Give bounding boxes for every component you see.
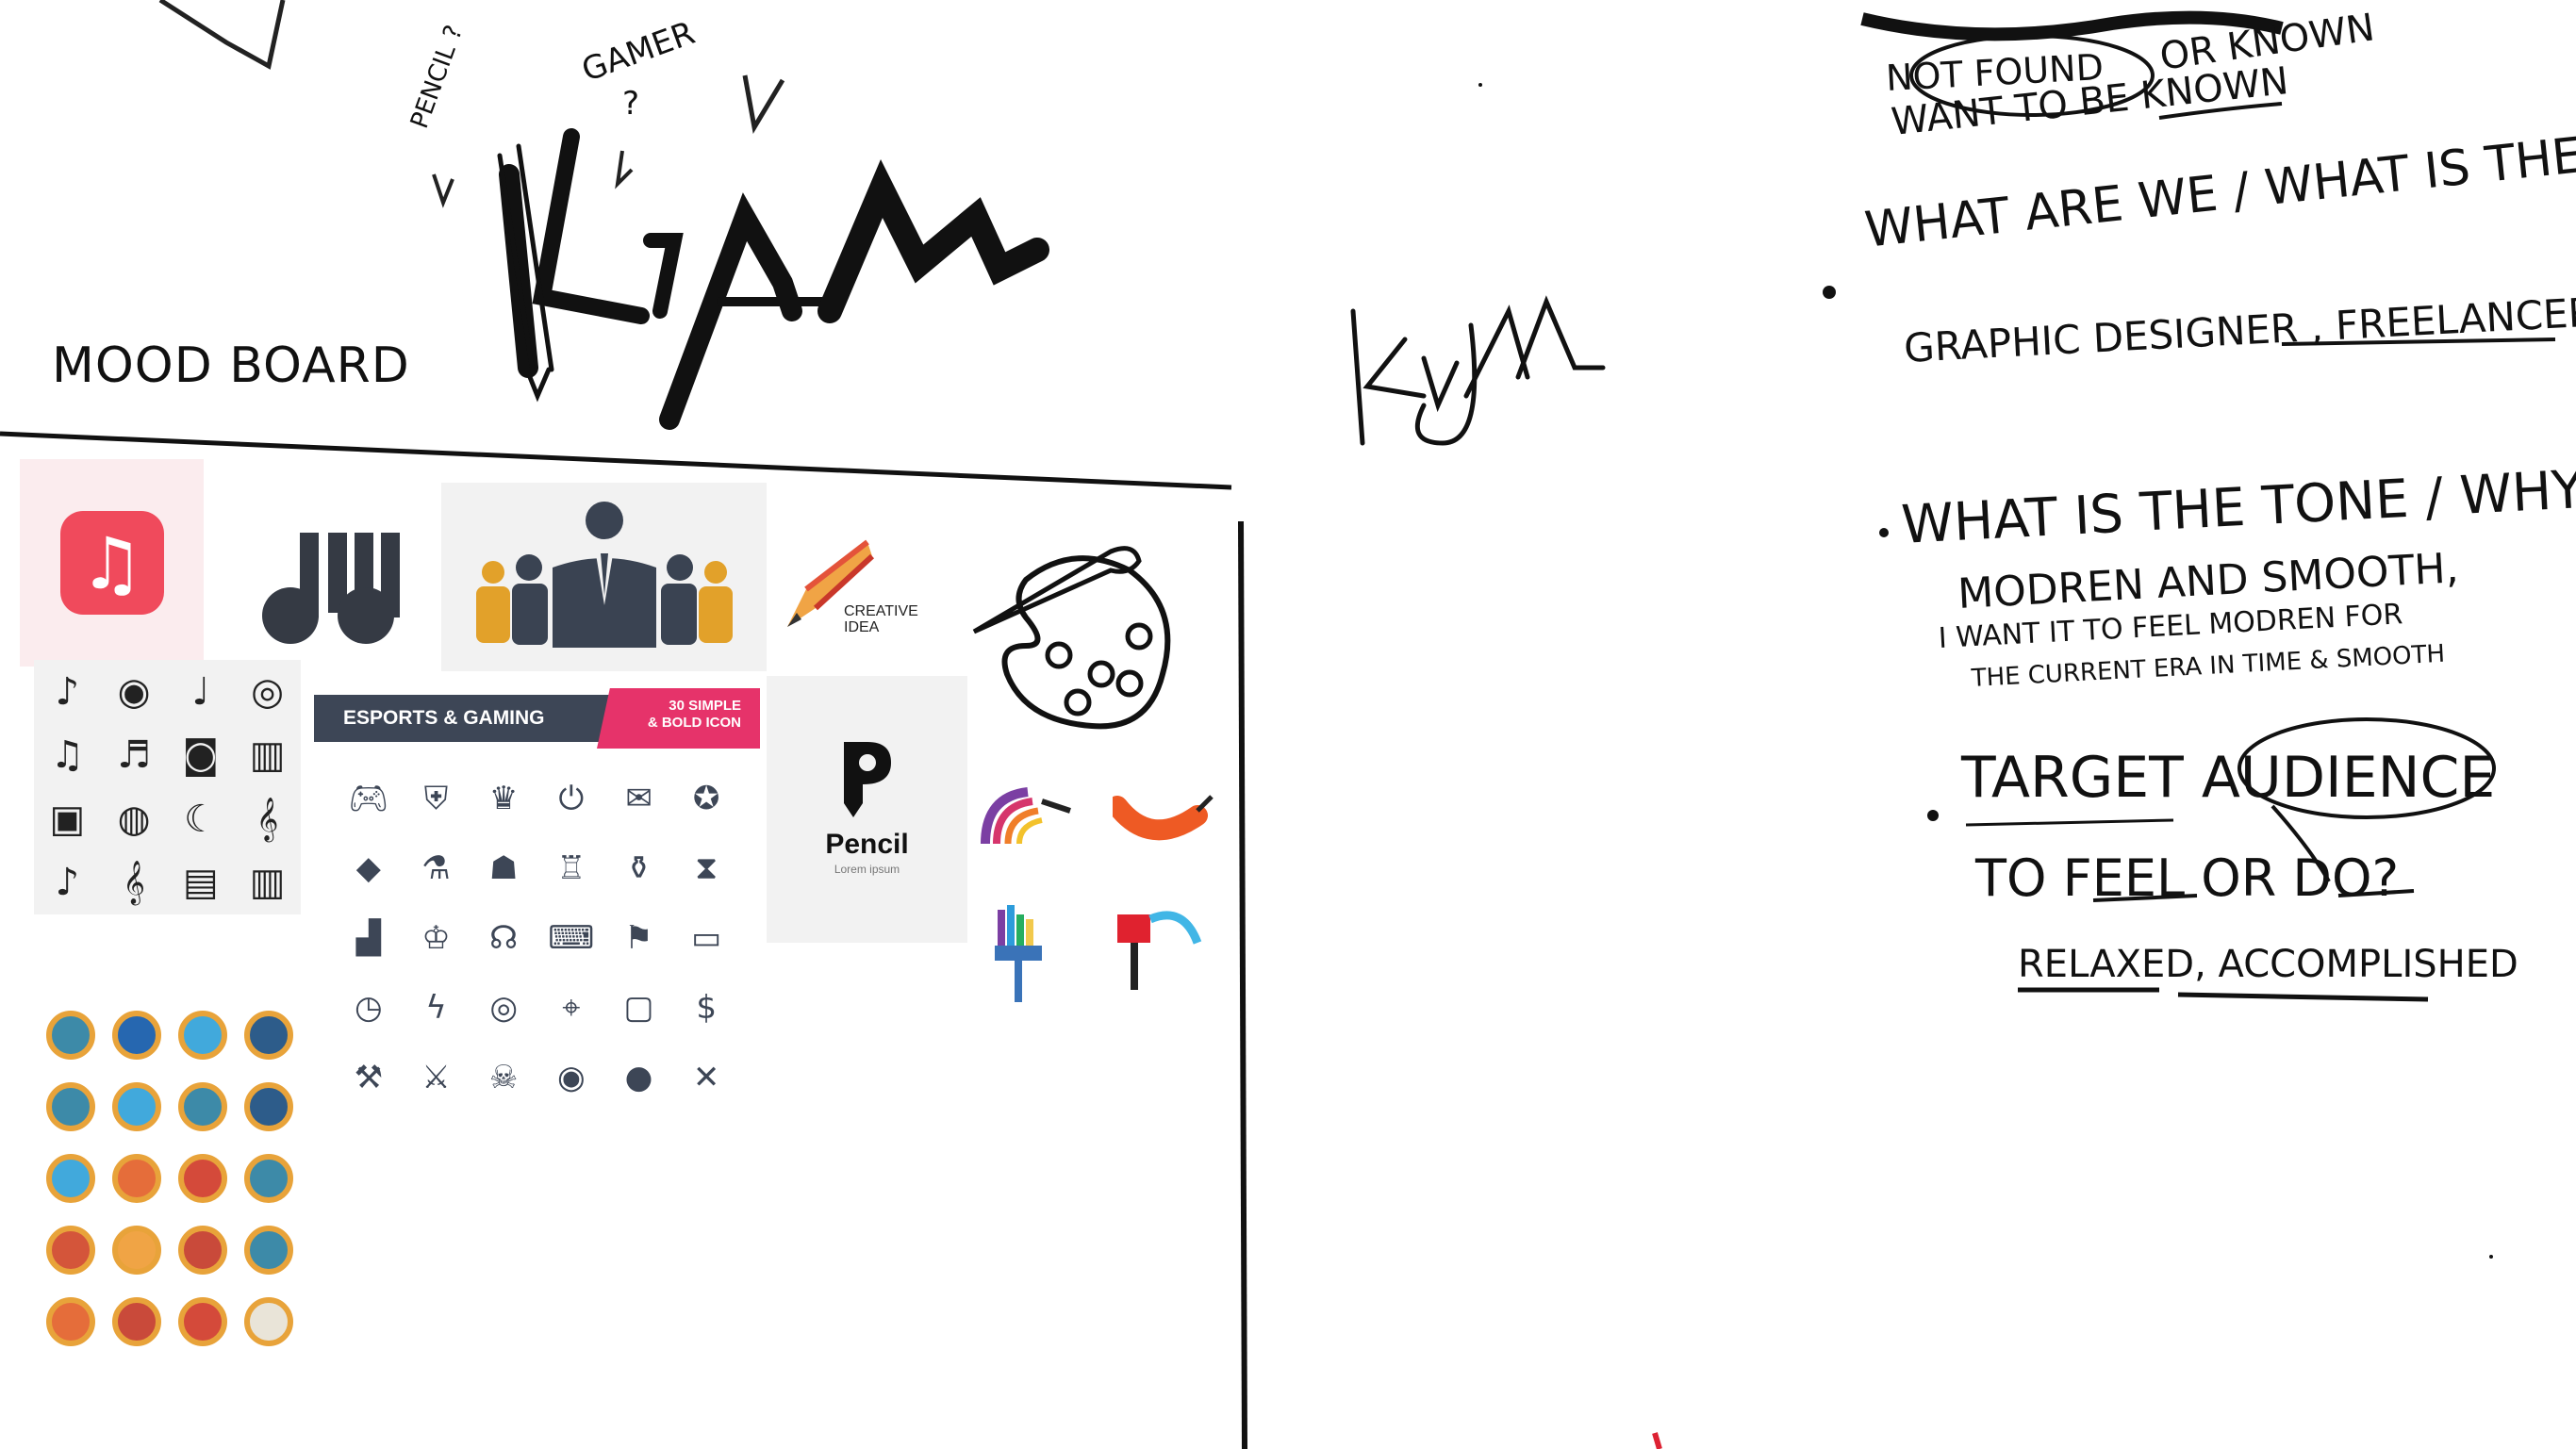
keyboard-icon: ⌨ xyxy=(548,919,595,957)
tracks-icon xyxy=(112,1226,161,1275)
hourglass-icon: ⧗ xyxy=(695,849,718,887)
drumstick-icon xyxy=(178,1297,227,1346)
paint-splash-brush-icon[interactable] xyxy=(1108,900,1202,995)
question-audience: TARGET AUDIENCE xyxy=(1961,745,2496,811)
hat-icon xyxy=(46,1226,95,1275)
skull-icon: ☠ xyxy=(488,1059,519,1096)
pencil-tagline-text: Lorem ipsum xyxy=(834,863,900,876)
crown-icon: ♛ xyxy=(488,780,519,817)
shield-icon: ⛨ xyxy=(423,780,449,817)
apple-music-icon: ♫ xyxy=(59,511,164,615)
bomb-icon: ● xyxy=(624,1059,653,1096)
whiteboard-canvas[interactable]: MOOD BOARD PENCIL ? GAMER ? NOT FOUND OR… xyxy=(0,0,2576,1449)
headset-icon: ☊ xyxy=(489,919,519,957)
music-app-icon: ◙ xyxy=(182,733,220,778)
state-map-icon xyxy=(112,1011,161,1060)
speaker-icon: ▣ xyxy=(49,797,86,841)
notes-icon: ♫ xyxy=(50,733,85,778)
badge-icon: ✪ xyxy=(692,780,720,817)
paint-palette-image[interactable] xyxy=(962,537,1193,745)
answer-audience-line2: RELAXED, ACCOMPLISHED xyxy=(2018,943,2518,986)
gold-icon xyxy=(244,1082,293,1131)
joystick-icon: ⏻ xyxy=(558,780,585,817)
apple-music-image[interactable]: ♫ xyxy=(20,459,204,667)
sparkle-note-icon: ♪ xyxy=(55,861,80,905)
question-mark-note: ? xyxy=(622,85,640,123)
basketball-icon xyxy=(244,1226,293,1275)
creative-idea-image[interactable]: CREATIVE IDEA xyxy=(778,533,943,650)
disc-icon: ◍ xyxy=(117,797,151,841)
pencil-logo-image[interactable]: Pencil Lorem ipsum xyxy=(767,676,967,943)
record-icon: ◎ xyxy=(251,669,285,714)
money-bag-icon: $ xyxy=(696,989,717,1027)
capitol-icon xyxy=(46,1154,95,1203)
creative-idea-text: CREATIVE IDEA xyxy=(844,603,918,635)
keys-icon: ▥ xyxy=(249,861,286,905)
pencil-p-icon xyxy=(844,742,891,817)
tunnel-icon xyxy=(112,1154,161,1203)
barn-icon xyxy=(178,1226,227,1275)
ghost-icon: ☗ xyxy=(488,849,519,887)
badge-icons-image[interactable] xyxy=(38,999,302,1358)
potion-icon: ⚗ xyxy=(421,849,451,887)
esports-badge: 30 SIMPLE & BOLD ICON xyxy=(597,688,760,749)
jar-icon xyxy=(46,1082,95,1131)
guitar-icon: ♩ xyxy=(191,669,210,714)
esports-icon-grid: 🎮︎ ⛨ ♛ ⏻ ✉ ✪ ◆ ⚗ ☗ ♖ ⚱ ⧗ ▟ ♔ ☊ ⌨ ⚑ ▭ ◷ ϟ… xyxy=(335,764,740,1112)
horse-icon xyxy=(244,1011,293,1060)
crosshair-icon: ⌖ xyxy=(562,989,581,1027)
timer-icon: ◷ xyxy=(354,989,383,1027)
palette-icon xyxy=(972,546,1170,730)
champion-icon: ♔ xyxy=(421,919,451,957)
eighth-notes-icon: ♬ xyxy=(117,733,152,778)
podium-icon: ▟ xyxy=(355,919,381,957)
dartboard-icon: ◉ xyxy=(556,1059,586,1096)
music-note-icon: ♪ xyxy=(55,669,80,714)
kiaam-sketch-alt xyxy=(1350,295,1606,446)
hamburger-icon xyxy=(112,1297,161,1346)
business-team-image[interactable] xyxy=(441,483,767,671)
piano-icon: ▥ xyxy=(249,733,286,778)
pencil-brand-text: Pencil xyxy=(825,829,909,860)
music-icons-image[interactable]: ♪ ◉ ♩ ◎ ♫ ♬ ◙ ▥ ▣ ◍ ☾ 𝄞 ♪ 𝄞 ▤ ▥ xyxy=(34,660,301,914)
coin-icon xyxy=(46,1011,95,1060)
answer-audience-line1: TO FEEL OR DO? xyxy=(1975,848,2400,908)
lightning-icon: ϟ xyxy=(425,989,447,1027)
flask-icon: ⚱ xyxy=(625,849,652,887)
sword-icon: ⚔ xyxy=(421,1059,451,1096)
rainbow-brush-icon[interactable] xyxy=(976,782,1080,848)
target-eye-icon: ◎ xyxy=(489,989,518,1027)
chat-icon: ✉ xyxy=(625,780,652,817)
axe-icon: ⚒ xyxy=(354,1059,384,1096)
gamepad-icon: 🎮︎ xyxy=(348,780,389,817)
note-logo-image[interactable] xyxy=(243,490,422,660)
flag-icon: ⚑ xyxy=(624,919,653,957)
strategy-icon: ✕ xyxy=(692,1059,720,1096)
burger-icon xyxy=(178,1154,227,1203)
boat-icon xyxy=(112,1082,161,1131)
team-icon xyxy=(475,502,733,648)
car-icon xyxy=(46,1297,95,1346)
tv-icon: ▢ xyxy=(623,989,654,1027)
kiaam-sketch-main xyxy=(497,128,1049,430)
treble-clef-icon: 𝄞 xyxy=(256,797,279,841)
moon-note-icon: ☾ xyxy=(183,797,218,841)
orange-brush-icon[interactable] xyxy=(1113,792,1216,848)
gem-icon: ◆ xyxy=(355,849,381,887)
mood-board-label: MOOD BOARD xyxy=(52,338,410,394)
bird-icon xyxy=(178,1011,227,1060)
color-roller-icon[interactable] xyxy=(990,900,1056,1004)
barrel-icon xyxy=(178,1082,227,1131)
clef-icon: 𝄞 xyxy=(123,861,145,905)
stopwatch-icon xyxy=(244,1297,293,1346)
double-note-icon xyxy=(262,533,400,644)
vinyl-icon: ◉ xyxy=(117,669,151,714)
vr-icon: ▭ xyxy=(691,919,722,957)
waterfall-icon xyxy=(244,1154,293,1203)
trophy-icon: ♖ xyxy=(556,849,586,887)
amp-icon: ▤ xyxy=(182,861,219,905)
